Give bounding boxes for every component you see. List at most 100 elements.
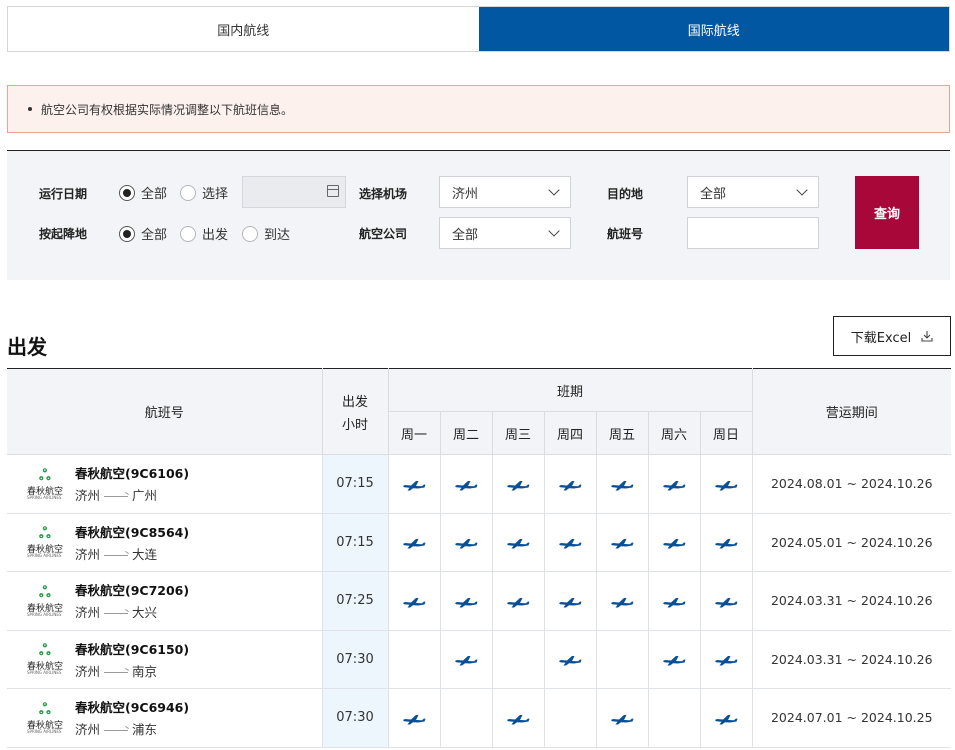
flight-route: 济州 大连 — [75, 544, 189, 563]
radio-direction-all[interactable]: 全部 — [119, 224, 167, 243]
day-cell — [439, 454, 493, 514]
destination-label: 目的地 — [607, 187, 644, 201]
day-cell — [647, 688, 701, 748]
day-cell — [595, 629, 649, 689]
chevron-down-icon — [796, 184, 808, 196]
header-day: 周三 — [491, 411, 545, 455]
day-cell — [439, 629, 493, 689]
flight-route: 济州 南京 — [75, 661, 189, 680]
logo-mark-icon: ஃ — [39, 524, 51, 543]
day-cell — [439, 688, 493, 748]
spring-airlines-logo: ஃ 春秋航空 SPRING AIRLINES — [27, 642, 67, 676]
radio-unchecked-icon — [180, 225, 196, 242]
logo-en: SPRING AIRLINES — [27, 670, 62, 676]
airplane-icon — [559, 480, 582, 491]
airplane-icon — [403, 539, 426, 549]
header-day: 周四 — [543, 411, 597, 455]
spring-airlines-logo: ஃ 春秋航空 SPRING AIRLINES — [27, 525, 67, 559]
flight-rows: ஃ 春秋航空 SPRING AIRLINES 春秋航空(9C6106) 济州 广州 07:1… — [7, 454, 951, 748]
airplane-icon — [559, 597, 582, 608]
day-cell — [387, 571, 441, 631]
destination-value: 全部 — [700, 186, 727, 202]
day-cell — [543, 688, 597, 748]
day-cell — [647, 571, 701, 631]
logo-en: SPRING AIRLINES — [27, 728, 62, 734]
chevron-down-icon — [548, 184, 560, 196]
airplane-icon — [507, 714, 530, 725]
route-arrow-icon — [104, 730, 129, 732]
logo-en: SPRING AIRLINES — [27, 494, 62, 500]
route-from: 济州 — [75, 488, 101, 504]
radio-label: 出发 — [202, 228, 229, 243]
airplane-icon — [715, 656, 738, 666]
tab-international[interactable]: 国际航线 — [478, 7, 949, 51]
flight-route: 济州 广州 — [75, 485, 189, 504]
day-cell — [699, 512, 753, 572]
radio-run-date-all[interactable]: 全部 — [119, 183, 167, 202]
airplane-icon — [663, 656, 686, 666]
airline-select[interactable]: 全部 — [439, 217, 571, 249]
route-from: 济州 — [75, 663, 101, 679]
departure-hour: 07:15 — [321, 512, 389, 572]
day-cell — [543, 629, 597, 689]
route-arrow-icon — [104, 613, 129, 615]
radio-direction-departure[interactable]: 出发 — [180, 224, 228, 243]
airplane-icon — [455, 539, 478, 549]
section-title: 出发 — [7, 335, 47, 359]
logo-mark-icon: ஃ — [39, 699, 51, 718]
tab-domestic[interactable]: 国内航线 — [8, 7, 479, 51]
airplane-icon — [455, 480, 478, 491]
departure-hour: 07:25 — [321, 571, 389, 631]
airplane-icon — [403, 714, 426, 725]
airport-select[interactable]: 济州 — [439, 176, 571, 208]
flight-no-input[interactable] — [687, 217, 819, 249]
route-tabs: 国内航线 国际航线 — [7, 6, 950, 52]
download-excel-button[interactable]: 下载Excel — [833, 316, 951, 356]
flight-table: 航班号 出发 小时 班期 营运期间 周一 周二 周三 周四 周五 周六 周日 ஃ 春秋航空 SP… — [7, 368, 951, 748]
departure-hour: 07:30 — [321, 688, 389, 748]
date-picker-input[interactable] — [242, 176, 346, 208]
radio-checked-icon — [119, 225, 135, 242]
day-cell — [387, 454, 441, 514]
airplane-icon — [715, 597, 738, 608]
route-arrow-icon — [104, 496, 129, 498]
radio-run-date-select[interactable]: 选择 — [180, 183, 228, 202]
radio-direction-arrival[interactable]: 到达 — [242, 224, 290, 243]
table-row: ஃ 春秋航空 SPRING AIRLINES 春秋航空(9C6106) 济州 广州 07:1… — [7, 454, 951, 514]
flight-cell: ஃ 春秋航空 SPRING AIRLINES 春秋航空(9C6946) 济州 浦东 — [7, 688, 323, 748]
flight-route: 济州 浦东 — [75, 719, 189, 738]
calendar-icon — [327, 185, 339, 197]
airplane-icon — [403, 597, 426, 608]
header-hour: 出发 小时 — [321, 368, 389, 455]
route-arrow-icon — [104, 554, 129, 556]
destination-select[interactable]: 全部 — [687, 176, 819, 208]
flight-cell: ஃ 春秋航空 SPRING AIRLINES 春秋航空(9C6106) 济州 广州 — [7, 454, 323, 514]
table-row: ஃ 春秋航空 SPRING AIRLINES 春秋航空(9C6150) 济州 南京 07:3… — [7, 629, 951, 689]
day-cell — [491, 454, 545, 514]
day-cell — [647, 454, 701, 514]
route-arrow-icon — [104, 671, 129, 673]
route-to: 大兴 — [132, 605, 158, 621]
flight-route: 济州 大兴 — [75, 602, 189, 621]
day-cell — [595, 454, 649, 514]
header-period: 营运期间 — [751, 368, 951, 455]
flight-cell: ஃ 春秋航空 SPRING AIRLINES 春秋航空(9C6150) 济州 南京 — [7, 629, 323, 689]
operating-period: 2024.03.31 ~ 2024.10.26 — [751, 629, 951, 689]
airplane-icon — [715, 539, 738, 549]
logo-en: SPRING AIRLINES — [27, 553, 62, 559]
flight-name: 春秋航空(9C6150) — [75, 641, 190, 657]
flight-cell: ஃ 春秋航空 SPRING AIRLINES 春秋航空(9C7206) 济州 大兴 — [7, 571, 323, 631]
flight-cell: ஃ 春秋航空 SPRING AIRLINES 春秋航空(9C8564) 济州 大连 — [7, 512, 323, 572]
day-cell — [699, 629, 753, 689]
airplane-icon — [455, 656, 478, 666]
download-excel-label: 下载Excel — [850, 330, 912, 346]
airplane-icon — [507, 539, 530, 549]
header-schedule: 班期 — [387, 368, 753, 412]
day-cell — [491, 629, 545, 689]
day-cell — [387, 512, 441, 572]
search-button[interactable]: 查询 — [855, 176, 919, 249]
airplane-icon — [611, 714, 634, 725]
spring-airlines-logo: ஃ 春秋航空 SPRING AIRLINES — [27, 701, 67, 735]
radio-label: 选择 — [202, 187, 229, 202]
spring-airlines-logo: ஃ 春秋航空 SPRING AIRLINES — [27, 584, 67, 618]
